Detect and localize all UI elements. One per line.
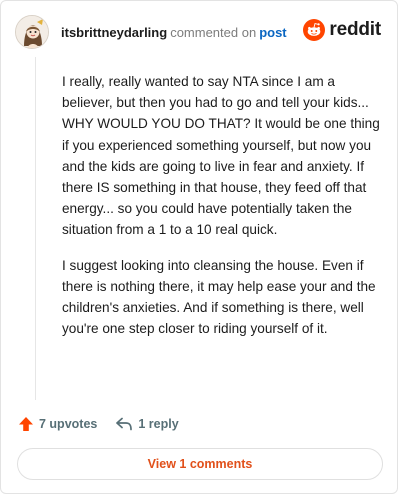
upvote-arrow-icon	[19, 417, 33, 431]
reply-button[interactable]: 1 reply	[115, 416, 179, 432]
reply-icon	[116, 417, 133, 431]
comment-paragraph: I suggest looking into cleansing the hou…	[62, 257, 376, 337]
avatar[interactable]	[15, 15, 49, 49]
view-comments-label: View 1 comments	[147, 457, 253, 471]
comment-actions: 7 upvotes 1 reply	[18, 413, 179, 435]
cartoon-avatar-icon	[16, 16, 48, 48]
post-link[interactable]: post	[259, 25, 286, 40]
comment-meta: itsbrittneydarling commented on post	[61, 25, 287, 40]
reddit-brand[interactable]: reddit	[303, 19, 381, 41]
thread-line[interactable]	[35, 57, 36, 400]
reddit-snoo-icon	[303, 19, 326, 41]
reddit-wordmark: reddit	[329, 19, 381, 40]
reply-count: 1 reply	[138, 417, 179, 431]
view-comments-button[interactable]: View 1 comments	[17, 448, 383, 480]
comment-paragraph: I really, really wanted to say NTA since…	[62, 74, 380, 238]
commented-on-text: commented on	[170, 25, 257, 40]
username-link[interactable]: itsbrittneydarling	[61, 25, 167, 40]
comment-header: itsbrittneydarling commented on post reddi…	[15, 15, 383, 51]
upvote-button[interactable]: 7 upvotes	[18, 416, 97, 432]
upvote-count: 7 upvotes	[39, 417, 98, 431]
reddit-comment-card: itsbrittneydarling commented on post reddi…	[0, 0, 398, 494]
comment-body: I really, really wanted to say NTA since…	[62, 71, 382, 353]
